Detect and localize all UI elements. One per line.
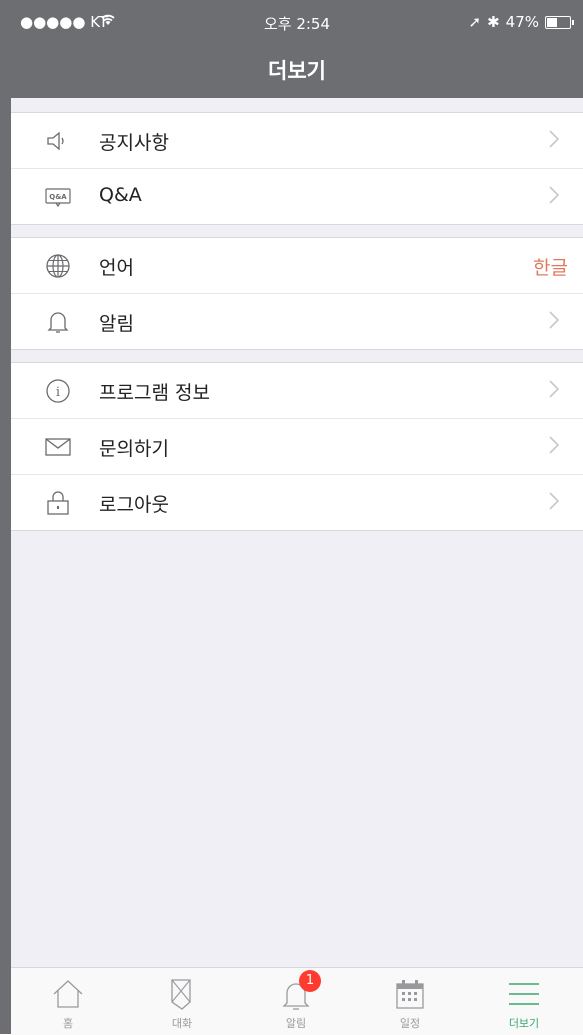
tab-bar: 홈 대화 1 알림 일정 더보기 — [11, 967, 583, 1035]
speaker-icon — [45, 128, 71, 154]
menu-item-qa[interactable]: Q&A Q&A — [11, 169, 583, 224]
tab-label: 대화 — [171, 1017, 193, 1030]
menu-item-contact[interactable]: 문의하기 — [11, 419, 583, 475]
menu-icon — [509, 983, 539, 1005]
menu-item-notification[interactable]: 알림 — [11, 294, 583, 349]
tab-label: 홈 — [62, 1017, 74, 1030]
battery-percent: 47% — [505, 13, 539, 31]
tab-more[interactable]: 더보기 — [467, 968, 581, 1035]
bluetooth-icon: ✱ — [487, 13, 500, 31]
globe-icon — [45, 253, 71, 279]
menu-item-language[interactable]: 언어 한글 — [11, 238, 583, 294]
calendar-icon — [396, 980, 424, 1009]
chevron-right-icon — [549, 130, 560, 148]
home-icon — [53, 980, 83, 1008]
chevron-right-icon — [549, 186, 560, 204]
settings-group-3: i 프로그램 정보 문의하기 로그아웃 — [11, 362, 583, 531]
header: ●●●●● KT 오후 2:54 ➚ ✱ 47% 더보기 — [11, 0, 583, 98]
menu-item-label: 로그아웃 — [99, 494, 169, 516]
language-value: 한글 — [533, 257, 568, 279]
chat-icon — [171, 979, 191, 1010]
svg-text:i: i — [56, 385, 60, 400]
chevron-right-icon — [549, 436, 560, 454]
settings-group-1: 공지사항 Q&A Q&A — [11, 112, 583, 225]
menu-item-label: 알림 — [99, 313, 134, 335]
battery-icon — [545, 15, 574, 29]
left-edge — [0, 0, 11, 1034]
bell-icon — [45, 309, 71, 335]
mail-icon — [45, 434, 71, 460]
settings-group-2: 언어 한글 알림 — [11, 237, 583, 350]
tab-label: 일정 — [399, 1017, 421, 1030]
menu-item-label: 공지사항 — [99, 132, 169, 154]
menu-item-logout[interactable]: 로그아웃 — [11, 475, 583, 530]
menu-item-notice[interactable]: 공지사항 — [11, 113, 583, 169]
tab-schedule[interactable]: 일정 — [353, 968, 467, 1035]
chevron-right-icon — [549, 311, 560, 329]
chevron-right-icon — [549, 380, 560, 398]
tab-chat[interactable]: 대화 — [125, 968, 239, 1035]
notification-badge: 1 — [299, 970, 321, 992]
qa-icon: Q&A — [45, 184, 71, 210]
tab-label: 알림 — [285, 1017, 307, 1030]
menu-item-label: 프로그램 정보 — [99, 382, 210, 404]
menu-item-label: 언어 — [99, 257, 134, 279]
menu-item-label: 문의하기 — [99, 438, 169, 460]
chevron-right-icon — [549, 492, 560, 510]
qa-icon-text: Q&A — [49, 193, 67, 201]
tab-home[interactable]: 홈 — [11, 968, 125, 1035]
lock-icon — [45, 490, 71, 516]
location-icon: ➚ — [468, 13, 482, 31]
tab-notification[interactable]: 1 알림 — [239, 968, 353, 1035]
menu-item-program-info[interactable]: i 프로그램 정보 — [11, 363, 583, 419]
tab-label: 더보기 — [508, 1017, 540, 1030]
page-title: 더보기 — [268, 59, 326, 83]
info-icon: i — [45, 378, 71, 404]
status-bar: ●●●●● KT 오후 2:54 ➚ ✱ 47% — [11, 0, 583, 44]
menu-item-label: Q&A — [99, 184, 142, 206]
